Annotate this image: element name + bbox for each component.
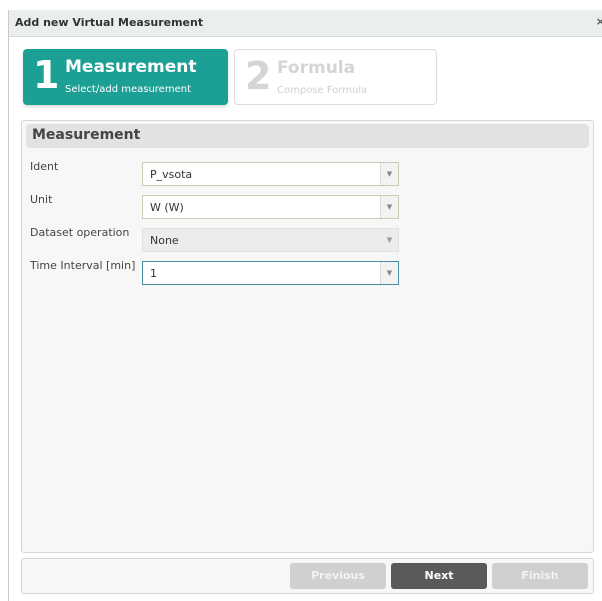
step-name: Measurement	[65, 57, 197, 77]
unit-value[interactable]: W (W)	[150, 201, 184, 214]
dialog-title: Add new Virtual Measurement	[15, 16, 204, 29]
unit-combobox[interactable]: W (W) ▼	[142, 195, 399, 219]
close-icon[interactable]: ×	[596, 15, 602, 28]
dataset-operation-combobox: None ▼	[142, 228, 399, 252]
time-interval-label: Time Interval [min]	[30, 259, 136, 272]
dataset-operation-label: Dataset operation	[30, 226, 130, 239]
chevron-down-icon: ▼	[381, 229, 398, 251]
step-number: 1	[33, 53, 60, 97]
step-number: 2	[245, 54, 272, 98]
step-name: Formula	[277, 58, 356, 78]
chevron-down-icon[interactable]: ▼	[380, 196, 398, 218]
chevron-down-icon[interactable]: ▼	[380, 163, 398, 185]
ident-label: Ident	[30, 160, 59, 173]
chevron-down-icon[interactable]: ▼	[380, 262, 398, 284]
wizard-step-measurement[interactable]: 1 Measurement Select/add measurement	[23, 49, 228, 105]
dialog-titlebar: Add new Virtual Measurement ×	[9, 10, 602, 37]
dialog-window: Add new Virtual Measurement × 1 Measurem…	[8, 10, 602, 601]
finish-button[interactable]: Finish	[492, 563, 588, 589]
measurement-panel: Measurement Ident P_vsota ▼ Unit W (W) ▼…	[21, 120, 594, 553]
dataset-operation-value: None	[150, 234, 179, 247]
wizard-step-formula[interactable]: 2 Formula Compose Formula	[234, 49, 437, 105]
step-subtitle: Compose Formula	[277, 85, 368, 96]
step-subtitle: Select/add measurement	[65, 84, 191, 95]
wizard-footer: Previous Next Finish	[21, 558, 594, 594]
ident-combobox[interactable]: P_vsota ▼	[142, 162, 399, 186]
previous-button[interactable]: Previous	[290, 563, 386, 589]
unit-label: Unit	[30, 193, 53, 206]
panel-header: Measurement	[26, 124, 589, 148]
time-interval-value[interactable]: 1	[150, 267, 157, 280]
ident-value[interactable]: P_vsota	[150, 168, 192, 181]
time-interval-combobox[interactable]: 1 ▼	[142, 261, 399, 285]
next-button[interactable]: Next	[391, 563, 487, 589]
panel-title: Measurement	[32, 127, 141, 143]
